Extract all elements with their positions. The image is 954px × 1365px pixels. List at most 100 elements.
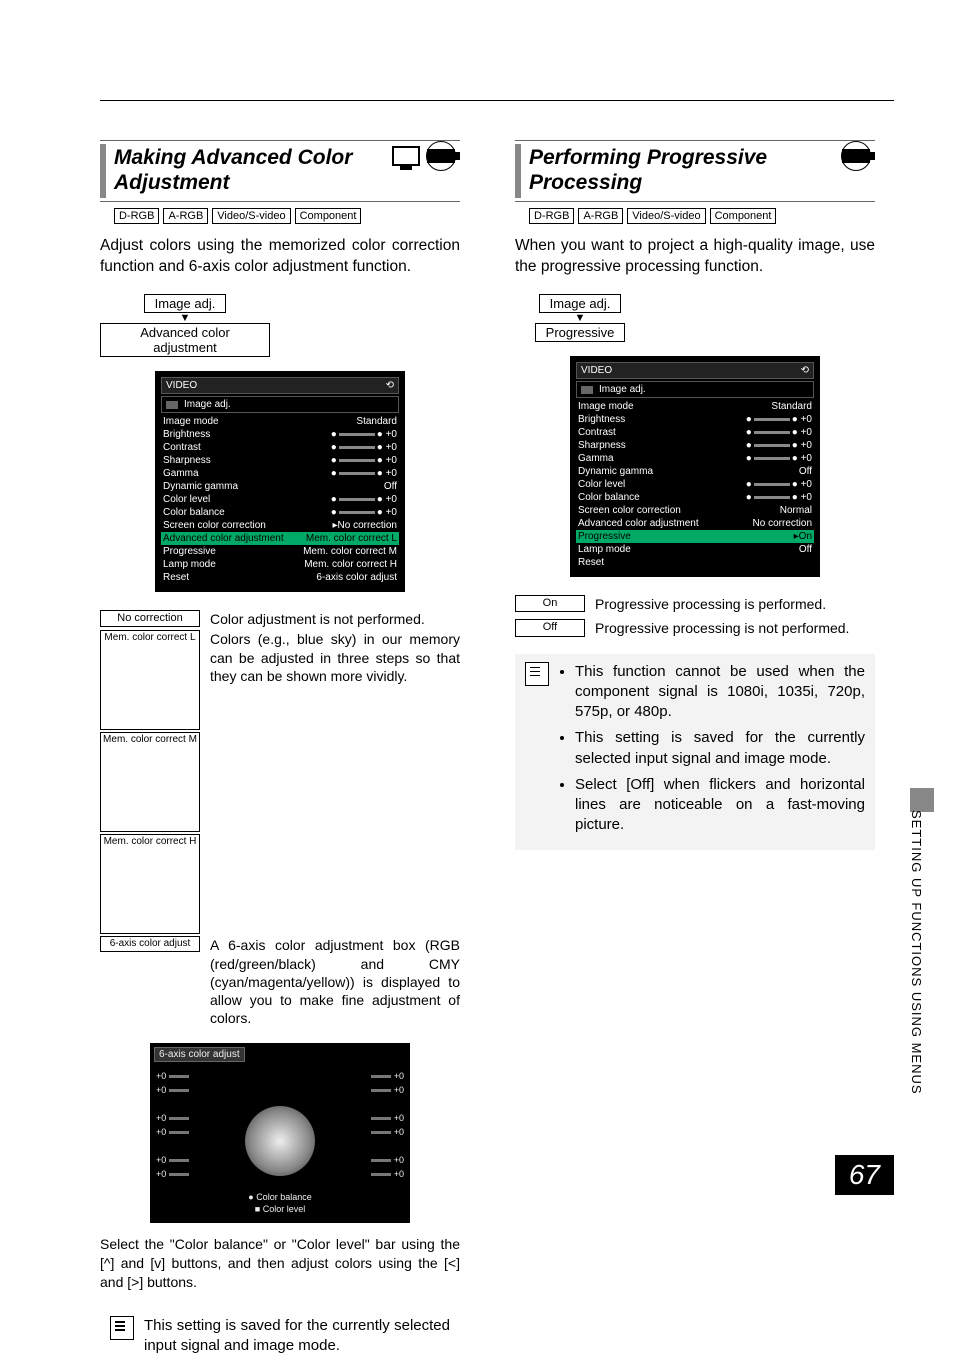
monitor-icon	[392, 146, 420, 166]
osd-row: ProgressiveMem. color correct M	[161, 545, 399, 558]
six-axis-title: 6-axis color adjust	[154, 1047, 245, 1062]
note-icon	[525, 662, 549, 686]
side-section-label: SETTING UP FUNCTIONS USING MENUS	[909, 810, 924, 1095]
nav-arrow-icon: ▼	[100, 313, 270, 323]
page-number: 67	[835, 1155, 894, 1195]
nav-arrow-icon: ▼	[515, 313, 645, 323]
projector-icon	[842, 149, 870, 163]
osd-row: Brightness●● +0	[576, 413, 814, 426]
note-text-left: This setting is saved for the currently …	[144, 1316, 450, 1357]
options-table-left: No correction Color adjustment is not pe…	[100, 610, 460, 1027]
osd-row: Sharpness●● +0	[161, 454, 399, 467]
osd-row: Dynamic gammaOff	[161, 480, 399, 493]
opt-desc: Progressive processing is performed.	[595, 595, 875, 613]
osd-menu-right: VIDEO⟲ Image adj. Image modeStandardBrig…	[570, 356, 820, 577]
nav-advcolor: Advanced color adjustment	[100, 323, 270, 357]
top-rule	[100, 100, 894, 101]
osd-row: Color balance●● +0	[161, 506, 399, 519]
note-right: This function cannot be used when the co…	[515, 654, 875, 850]
opt-label: Off	[515, 619, 585, 636]
opt-label: 6-axis color adjust	[100, 936, 200, 952]
section-header-left: Making Advanced Color Adjustment	[100, 140, 460, 202]
osd-row: Image modeStandard	[576, 400, 814, 413]
opt-label: No correction	[100, 610, 200, 627]
osd-row: Gamma●● +0	[576, 452, 814, 465]
tag-video: Video/S-video	[212, 208, 290, 224]
osd-row: Color balance●● +0	[576, 491, 814, 504]
six-axis-screenshot: 6-axis color adjust +0 +0 +0 +0 +0 +0 +0…	[150, 1043, 410, 1223]
opt-label: Mem. color correct L	[100, 630, 200, 730]
osd-rows-left: Image modeStandardBrightness●● +0Contras…	[161, 415, 399, 584]
nav-imageadj: Image adj.	[144, 294, 227, 313]
two-column-layout: Making Advanced Color Adjustment D-RGB A…	[100, 140, 894, 1365]
section-title-right: Performing Progressive Processing	[529, 145, 875, 195]
osd-row: Contrast●● +0	[576, 426, 814, 439]
projector-circle-icon	[426, 141, 456, 171]
tag-drgb: D-RGB	[529, 208, 574, 224]
right-column: Performing Progressive Processing D-RGB …	[515, 140, 875, 1365]
osd-rows-right: Image modeStandardBrightness●● +0Contras…	[576, 400, 814, 569]
nav-path-right: Image adj. ▼ Progressive	[515, 294, 875, 342]
opt-label: Mem. color correct H	[100, 834, 200, 934]
options-table-right: On Progressive processing is performed. …	[515, 595, 875, 637]
section-header-right: Performing Progressive Processing	[515, 140, 875, 202]
opt-on: On Progressive processing is performed.	[515, 595, 875, 613]
opt-desc: A 6-axis color adjustment box (RGB (red/…	[210, 936, 460, 1027]
note-item: This function cannot be used when the co…	[575, 662, 865, 723]
osd-row: Reset	[576, 556, 814, 569]
osd-row: Screen color correction▸No correction	[161, 519, 399, 532]
side-tab	[910, 788, 934, 812]
osd-row: Contrast●● +0	[161, 441, 399, 454]
tag-video: Video/S-video	[627, 208, 705, 224]
six-axis-instructions: Select the "Color balance" or "Color lev…	[100, 1235, 460, 1292]
tag-drgb: D-RGB	[114, 208, 159, 224]
osd-menu-left: VIDEO⟲ Image adj. Image modeStandardBrig…	[155, 371, 405, 592]
page: Making Advanced Color Adjustment D-RGB A…	[0, 0, 954, 1235]
osd-row: Progressive▸On	[576, 530, 814, 543]
note-list-right: This function cannot be used when the co…	[559, 662, 865, 842]
opt-off: Off Progressive processing is not perfor…	[515, 619, 875, 637]
osd-row: Color level●● +0	[161, 493, 399, 506]
tag-argb: A-RGB	[578, 208, 623, 224]
opt-label: On	[515, 595, 585, 612]
note-left: This setting is saved for the currently …	[100, 1308, 460, 1365]
six-axis-legend: ● Color balance ■ Color level	[150, 1192, 410, 1215]
nav-progressive: Progressive	[535, 323, 626, 342]
header-icons-right	[841, 141, 871, 171]
left-column: Making Advanced Color Adjustment D-RGB A…	[100, 140, 460, 1365]
opt-desc: Colors (e.g., blue sky) in our memory ca…	[210, 630, 460, 685]
note-item: Select [Off] when flickers and horizonta…	[575, 775, 865, 836]
osd-row: Lamp modeOff	[576, 543, 814, 556]
osd-row: Reset6-axis color adjust	[161, 571, 399, 584]
tag-argb: A-RGB	[163, 208, 208, 224]
opt-desc: Color adjustment is not performed.	[210, 610, 460, 628]
opt-desc: Progressive processing is not performed.	[595, 619, 875, 637]
nav-path-left: Image adj. ▼ Advanced color adjustment	[100, 294, 460, 357]
osd-row: Color level●● +0	[576, 478, 814, 491]
projector-icon	[427, 149, 455, 163]
osd-row: Dynamic gammaOff	[576, 465, 814, 478]
osd-row: Image modeStandard	[161, 415, 399, 428]
tag-component: Component	[710, 208, 777, 224]
nav-imageadj: Image adj.	[539, 294, 622, 313]
intro-left: Adjust colors using the memorized color …	[100, 236, 460, 278]
opt-6axis: 6-axis color adjust A 6-axis color adjus…	[100, 936, 460, 1027]
note-item: This setting is saved for the currently …	[575, 728, 865, 769]
input-tags-right: D-RGB A-RGB Video/S-video Component	[529, 208, 875, 224]
osd-row: Advanced color adjustmentMem. color corr…	[161, 532, 399, 545]
osd-row: Screen color correctionNormal	[576, 504, 814, 517]
tag-component: Component	[295, 208, 362, 224]
color-wheel-icon	[245, 1106, 315, 1176]
osd-header-imageadj: Image adj.	[161, 396, 399, 413]
osd-row: Gamma●● +0	[161, 467, 399, 480]
header-icons-left	[392, 141, 456, 171]
osd-row: Lamp modeMem. color correct H	[161, 558, 399, 571]
note-icon	[110, 1316, 134, 1340]
intro-right: When you want to project a high-quality …	[515, 236, 875, 278]
projector-circle-icon	[841, 141, 871, 171]
osd-header-video: VIDEO⟲	[576, 362, 814, 379]
opt-mem-l: Mem. color correct L Mem. color correct …	[100, 630, 460, 934]
osd-row: Advanced color adjustmentNo correction	[576, 517, 814, 530]
osd-header-imageadj: Image adj.	[576, 381, 814, 398]
osd-header-video: VIDEO⟲	[161, 377, 399, 394]
